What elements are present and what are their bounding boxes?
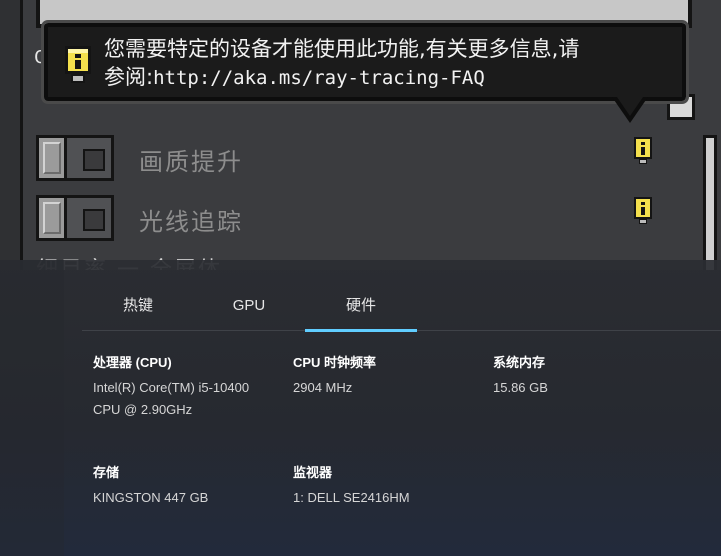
game-settings-screen: C 画质提升 光线追踪 细目率 一 全屏体 [0,0,721,270]
monitor-label: 监视器 [293,465,333,480]
monitor-info: 监视器 1: DELL SE2416HM [293,462,410,509]
ray-tracing-toggle[interactable] [36,195,114,241]
setting-label-upscaling: 画质提升 [139,148,243,176]
tooltip-line-1: 您需要特定的设备才能使用此功能,有关更多信息,请 [104,37,580,61]
memory-info: 系统内存 15.86 GB [493,352,548,399]
cpu-clock-value: 2904 MHz [293,380,353,395]
system-info-overlay: 热键 GPU 硬件 处理器 (CPU) Intel(R) Core(TM) i5… [0,260,721,556]
tooltip-url[interactable]: http://aka.ms/ray-tracing-FAQ [153,67,485,89]
monitor-value: 1: DELL SE2416HM [293,490,410,505]
upscaling-toggle[interactable] [36,135,114,181]
memory-label: 系统内存 [493,355,546,370]
toggle-track [83,149,105,171]
toggle-track [83,209,105,231]
cpu-value-line1: Intel(R) Core(TM) i5-10400 [93,380,250,395]
ray-tracing-tooltip: 您需要特定的设备才能使用此功能,有关更多信息,请 参阅:http://aka.m… [41,20,689,104]
game-frame-left [0,0,23,270]
memory-value: 15.86 GB [493,380,548,395]
cpu-label: 处理器 (CPU) [93,355,172,370]
cpu-clock-label: CPU 时钟频率 [293,355,377,370]
cpu-clock-info: CPU 时钟频率 2904 MHz [293,352,376,399]
storage-info: 存储 KINGSTON 447 GB [93,462,208,509]
info-icon[interactable] [632,196,654,226]
tooltip-see-prefix: 参阅: [104,65,154,89]
lightbulb-info-icon [65,46,91,83]
tooltip-line-2: 参阅:http://aka.ms/ray-tracing-FAQ [104,63,674,92]
tab-hardware[interactable]: 硬件 [305,288,417,332]
storage-value: KINGSTON 447 GB [93,490,209,505]
storage-label: 存储 [93,465,120,480]
cpu-info: 处理器 (CPU) Intel(R) Core(TM) i5-10400 CPU… [93,352,249,421]
overlay-left-strip [0,260,64,556]
info-icon[interactable] [632,136,654,166]
game-scrollbar[interactable] [703,135,717,270]
setting-label-ray-tracing: 光线追踪 [139,208,243,236]
toggle-knob [39,138,67,178]
overlay-tabs: 热键 GPU 硬件 [82,288,721,332]
tab-gpu[interactable]: GPU [193,288,305,330]
tab-hotkeys[interactable]: 热键 [82,288,194,330]
toggle-knob [39,198,67,238]
cpu-value-line2: CPU @ 2.90GHz [93,402,193,417]
tooltip-tail-inner [617,97,643,116]
tooltip-text: 您需要特定的设备才能使用此功能,有关更多信息,请 参阅:http://aka.m… [104,35,674,92]
